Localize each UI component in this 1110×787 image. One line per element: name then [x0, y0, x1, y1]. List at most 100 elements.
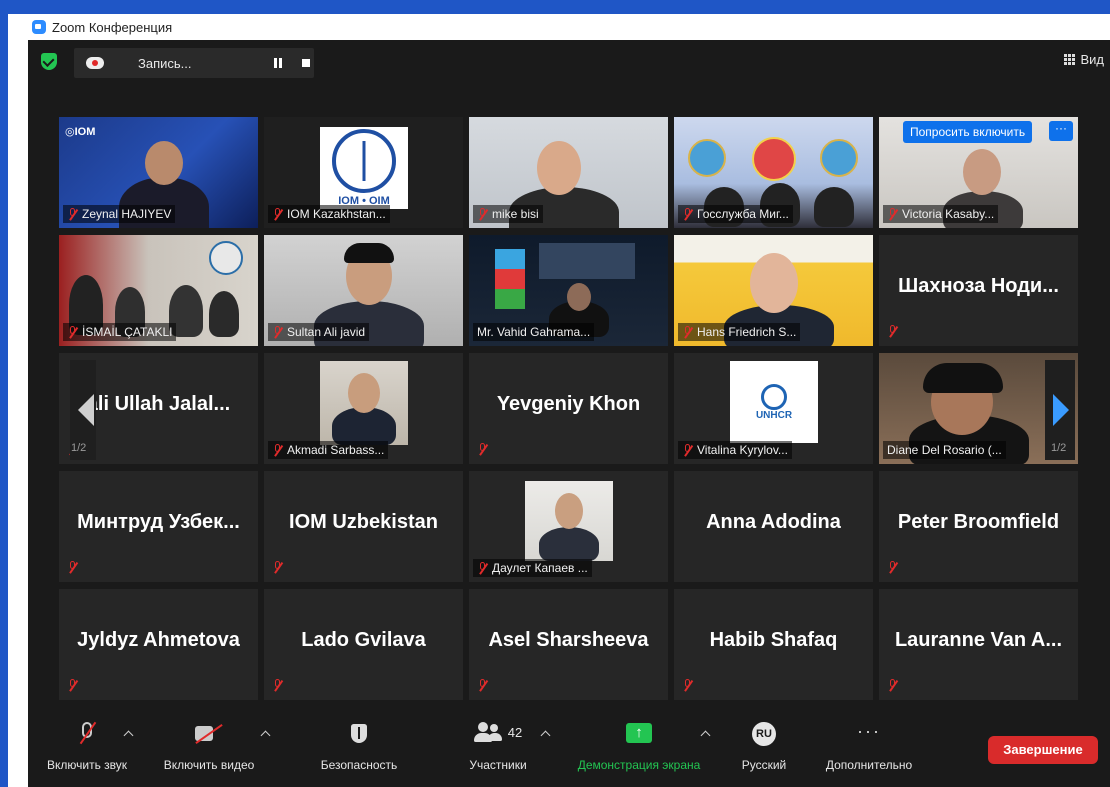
- more-options-button[interactable]: ···: [1049, 121, 1073, 141]
- muted-mic-icon: [272, 561, 283, 574]
- name-tag: Mr. Vahid Gahrama...: [473, 323, 595, 341]
- participant-tile[interactable]: Попросить включить ··· Victoria Kasaby..…: [879, 117, 1078, 228]
- participant-name: Yevgeniy Khon: [496, 393, 641, 415]
- next-page-button[interactable]: 1/2: [1045, 360, 1075, 460]
- zoom-window: Zoom Конференция Запись... Вид ◎IOM Zeyn…: [0, 0, 1110, 787]
- name-tag: Даулет Капаев ...: [473, 559, 592, 577]
- participant-name: Anna Adodina: [706, 511, 841, 533]
- participants-count: 42: [507, 724, 523, 740]
- muted-mic-icon: [272, 679, 283, 692]
- name-tag: Sultan Ali javid: [268, 323, 370, 341]
- muted-mic-icon: [67, 679, 78, 692]
- muted-mic-icon: [887, 207, 898, 221]
- participant-tile[interactable]: IOM Uzbekistan: [264, 471, 463, 582]
- name-tag: Diane Del Rosario (...: [883, 441, 1006, 459]
- participant-tile[interactable]: UNHCR Vitalina Kyrylov...: [674, 353, 873, 464]
- participant-tile[interactable]: Госслужба Миг...: [674, 117, 873, 228]
- participant-tile[interactable]: Lado Gvilava: [264, 589, 463, 700]
- participants-options-caret-icon[interactable]: [540, 730, 551, 741]
- title-bar: Zoom Конференция: [28, 14, 1110, 40]
- participant-tile[interactable]: Lauranne Van A...: [879, 589, 1078, 700]
- language-icon: RU: [752, 722, 776, 746]
- muted-mic-icon: [887, 561, 898, 574]
- person-hair: [344, 243, 394, 263]
- name-tag: Victoria Kasaby...: [883, 205, 999, 223]
- window-frame: [0, 0, 28, 787]
- participant-tile[interactable]: Hans Friedrich S...: [674, 235, 873, 346]
- participant-tile[interactable]: Akmadi Sarbass...: [264, 353, 463, 464]
- share-screen-button[interactable]: Демонстрация экрана: [578, 722, 700, 772]
- participant-tile[interactable]: Шахноза Ноди...: [879, 235, 1078, 346]
- view-button[interactable]: Вид: [1064, 52, 1104, 67]
- video-options-caret-icon[interactable]: [260, 730, 271, 741]
- encryption-shield-icon[interactable]: [41, 53, 57, 70]
- chevron-left-icon: [78, 394, 94, 426]
- meeting-area: Запись... Вид ◎IOM Zeynal HAJIYEV IOM • …: [28, 40, 1110, 787]
- emblem-icon: [820, 139, 858, 177]
- participant-tile[interactable]: Даулет Капаев ...: [469, 471, 668, 582]
- participant-tile[interactable]: İSMAİL ÇATAKLI: [59, 235, 258, 346]
- video-off-icon: [195, 725, 223, 743]
- window-title: Zoom Конференция: [52, 19, 173, 35]
- person-face: [567, 283, 591, 311]
- muted-mic-icon: [272, 325, 283, 339]
- muted-mic-icon: [477, 561, 488, 575]
- muted-mic-icon: [682, 207, 693, 221]
- name-tag: Госслужба Миг...: [678, 205, 793, 223]
- muted-mic-icon: [682, 325, 693, 339]
- meeting-toolbar: Включить звук Включить видео Безопасност…: [28, 712, 1110, 787]
- window-border: [8, 14, 28, 787]
- participant-tile[interactable]: mike bisi: [469, 117, 668, 228]
- muted-mic-icon: [67, 325, 78, 339]
- chevron-right-icon: [1053, 394, 1069, 426]
- muted-mic-icon: [887, 325, 898, 338]
- participants-button[interactable]: 42 Участники: [468, 722, 528, 772]
- emblem-icon: [752, 137, 796, 181]
- person-hair: [923, 363, 1003, 393]
- participant-tile[interactable]: Asel Sharsheeva: [469, 589, 668, 700]
- participant-tile[interactable]: IOM • OIM IOM Kazakhstan...: [264, 117, 463, 228]
- participant-tile[interactable]: Habib Shafaq: [674, 589, 873, 700]
- request-unmute-button[interactable]: Попросить включить: [903, 121, 1033, 143]
- person-face: [348, 373, 380, 413]
- previous-page-button[interactable]: 1/2: [70, 360, 96, 460]
- muted-microphone-icon: [79, 722, 95, 744]
- name-tag: mike bisi: [473, 205, 543, 223]
- participant-tile[interactable]: Минтруд Узбек...: [59, 471, 258, 582]
- participant-name: Peter Broomfield: [897, 511, 1060, 533]
- security-button[interactable]: Безопасность: [321, 722, 397, 772]
- name-tag: Akmadi Sarbass...: [268, 441, 389, 459]
- participant-tile[interactable]: Sultan Ali javid: [264, 235, 463, 346]
- person-silhouette: [539, 527, 599, 561]
- participant-tile[interactable]: Mr. Vahid Gahrama...: [469, 235, 668, 346]
- emblem-icon: [209, 241, 243, 275]
- participant-name: Jyldyz Ahmetova: [77, 629, 240, 651]
- audio-options-caret-icon[interactable]: [123, 730, 134, 741]
- more-button[interactable]: ··· Дополнительно: [826, 721, 912, 772]
- person-face: [145, 141, 183, 185]
- muted-mic-icon: [477, 443, 488, 456]
- end-meeting-button[interactable]: Завершение: [988, 736, 1098, 764]
- start-video-button[interactable]: Включить видео: [164, 722, 254, 772]
- pause-recording-icon[interactable]: [272, 57, 284, 69]
- participants-icon: [473, 722, 504, 742]
- view-label: Вид: [1080, 52, 1104, 67]
- unmute-button[interactable]: Включить звук: [47, 722, 127, 772]
- participant-tile[interactable]: Jyldyz Ahmetova: [59, 589, 258, 700]
- grid-view-icon: [1064, 53, 1076, 66]
- muted-mic-icon: [477, 679, 488, 692]
- person-face: [555, 493, 583, 529]
- participant-tile[interactable]: Anna Adodina: [674, 471, 873, 582]
- page-indicator: 1/2: [1051, 442, 1067, 454]
- participant-tile[interactable]: ◎IOM Zeynal HAJIYEV: [59, 117, 258, 228]
- language-interpretation-button[interactable]: RU Русский: [742, 722, 786, 772]
- participant-name: Habib Shafaq: [709, 629, 838, 651]
- share-options-caret-icon[interactable]: [700, 730, 711, 741]
- iom-logo: IOM • OIM: [320, 127, 408, 209]
- zoom-logo-icon: [32, 20, 46, 34]
- participant-tile[interactable]: Peter Broomfield: [879, 471, 1078, 582]
- screen-icon: [539, 243, 635, 279]
- more-dots-icon: ···: [857, 721, 881, 741]
- stop-recording-icon[interactable]: [302, 59, 310, 67]
- participant-tile[interactable]: Yevgeniy Khon: [469, 353, 668, 464]
